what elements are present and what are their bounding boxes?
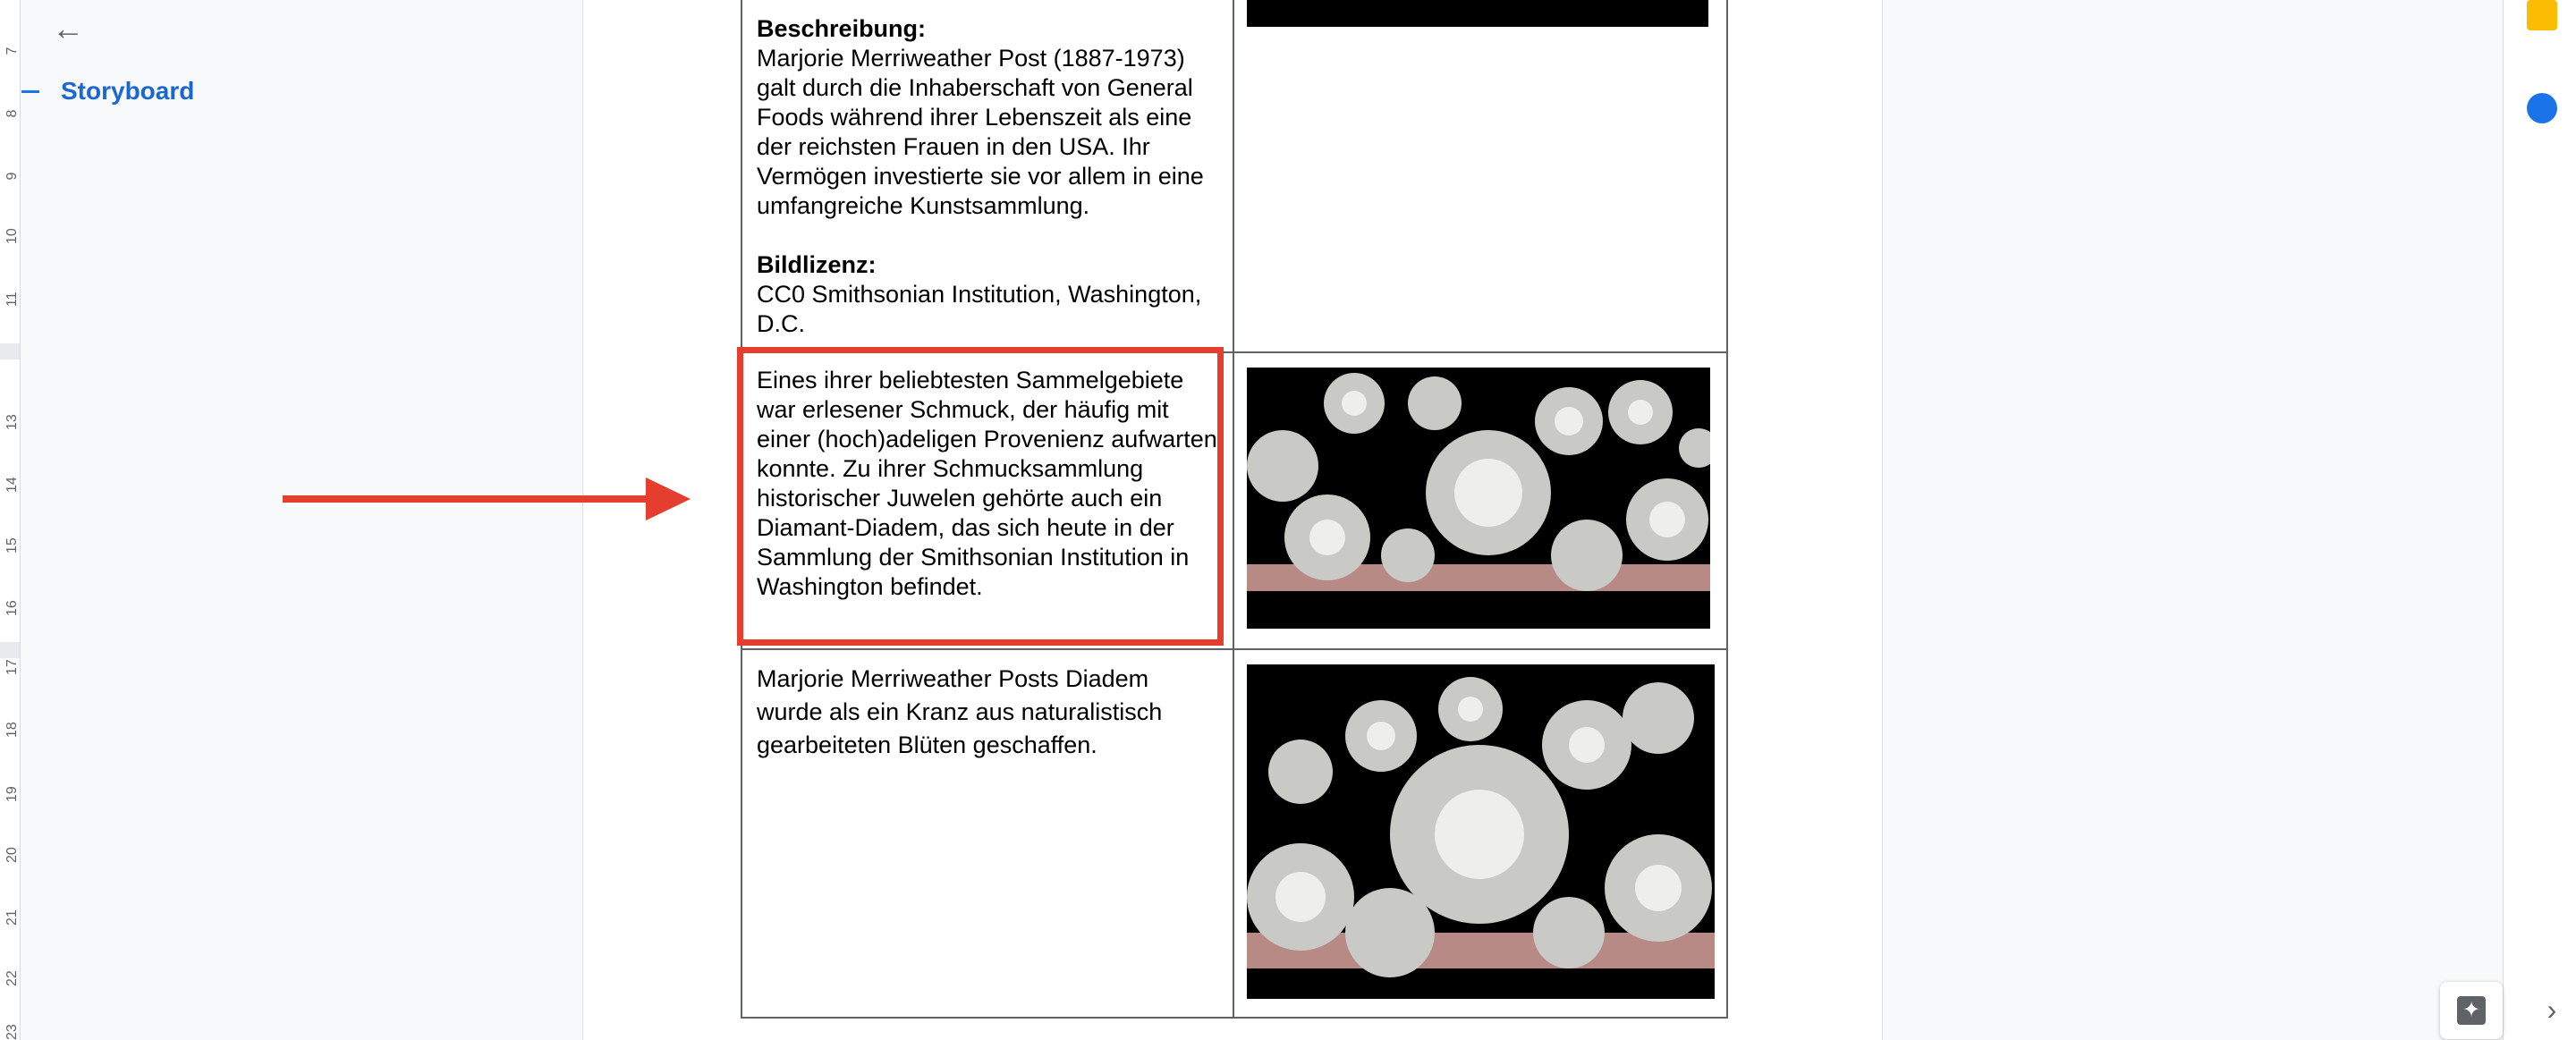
back-arrow-icon[interactable]: ← — [50, 11, 86, 47]
keep-icon[interactable] — [2527, 0, 2557, 30]
ruler-tick: 17 — [4, 659, 20, 675]
pointer-arrow-head-icon — [646, 478, 691, 520]
ruler-tick: 10 — [4, 228, 20, 244]
explore-button[interactable]: ✦ — [2440, 982, 2503, 1039]
ruler-tick: 7 — [4, 47, 20, 55]
outline-dash — [21, 89, 39, 93]
ruler-tick: 23 — [4, 1024, 20, 1040]
ruler-tick: 18 — [4, 722, 20, 738]
expand-icon[interactable]: › — [2538, 995, 2565, 1024]
ruler-tick: 13 — [4, 414, 20, 430]
description-heading: Beschreibung: — [757, 15, 927, 42]
table-cell[interactable]: Marjorie Merriweather Posts Diadem wurde… — [741, 648, 1234, 1019]
license-heading: Bildlizenz: — [757, 251, 877, 278]
table-cell[interactable] — [1233, 351, 1728, 650]
ruler-tick: 16 — [4, 600, 20, 616]
table-row: Eines ihrer beliebtesten Sammelgebiete w… — [741, 351, 1728, 650]
table-cell[interactable]: Eines ihrer beliebtesten Sammelgebiete w… — [741, 351, 1234, 650]
ruler-tick: 22 — [4, 970, 20, 986]
image-bottom-edge[interactable] — [1247, 0, 1708, 27]
row3-text: Marjorie Merriweather Posts Diadem wurde… — [757, 665, 1163, 758]
pointer-arrow-shaft — [283, 495, 658, 503]
tiara-image[interactable] — [1247, 368, 1710, 629]
ruler-tick: 19 — [4, 786, 20, 802]
side-panel — [2503, 0, 2576, 1040]
table-row: Marjorie Merriweather Posts Diadem wurde… — [741, 648, 1728, 1019]
outline-item-storyboard[interactable]: Storyboard — [21, 73, 194, 109]
table-row: Beschreibung: Marjorie Merriweather Post… — [741, 0, 1728, 353]
ruler-margin-handle[interactable] — [0, 343, 20, 359]
ruler-tick: 14 — [4, 477, 20, 493]
tasks-icon[interactable] — [2527, 93, 2557, 123]
row2-text: Eines ihrer beliebtesten Sammelgebiete w… — [757, 367, 1217, 600]
ruler-tick: 20 — [4, 847, 20, 863]
ruler-tick: 15 — [4, 537, 20, 554]
ruler-tick: 21 — [4, 909, 20, 926]
ruler-tick: 8 — [4, 109, 20, 118]
table-cell[interactable]: Beschreibung: Marjorie Merriweather Post… — [741, 0, 1234, 353]
ruler-margin-handle[interactable] — [0, 642, 20, 658]
ruler-tick: 9 — [4, 172, 20, 181]
outline-item-label: Storyboard — [61, 77, 195, 105]
storyboard-table: Beschreibung: Marjorie Merriweather Post… — [741, 0, 1728, 1019]
tiara-closeup-image[interactable] — [1247, 664, 1715, 999]
ruler-tick: 11 — [4, 292, 20, 307]
description-text: Marjorie Merriweather Post (1887-1973) g… — [757, 45, 1204, 219]
table-cell[interactable] — [1233, 0, 1728, 353]
vertical-ruler: 7 8 9 10 11 13 14 15 16 17 18 19 20 21 2… — [0, 0, 21, 1040]
table-cell[interactable] — [1233, 648, 1728, 1019]
license-text: CC0 Smithsonian Institution, Washington,… — [757, 281, 1202, 337]
explore-icon: ✦ — [2457, 996, 2486, 1025]
